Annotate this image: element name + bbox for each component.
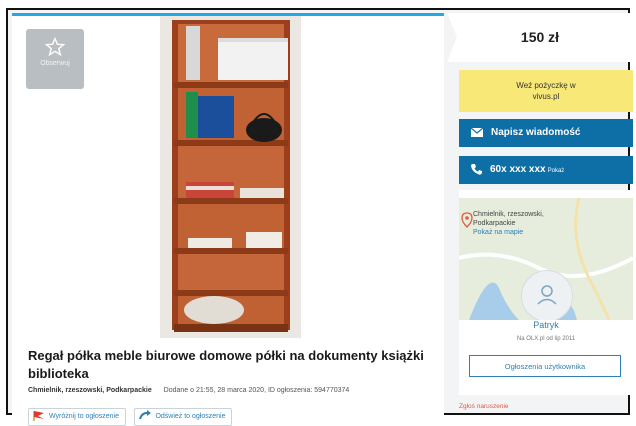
promote-label: Wyróżnij to ogłoszenie (49, 413, 119, 420)
user-name[interactable]: Patryk (459, 320, 633, 330)
listing-panel: Obserwuj Regał półka meble biurowe domow… (12, 13, 444, 426)
listing-actions: Wyróżnij to ogłoszenie Odśwież to ogłosz… (28, 408, 236, 426)
message-label: Napisz wiadomość (491, 127, 581, 138)
user-since: Na OLX.pl od lip 2011 (516, 336, 576, 342)
listing-photo[interactable] (160, 16, 301, 338)
user-ads-button[interactable]: Ogłoszenia użytkownika (469, 355, 621, 377)
phone-button[interactable]: 60x xxx xxx Pokaż (459, 156, 633, 184)
promote-button[interactable]: Wyróżnij to ogłoszenie (28, 408, 126, 426)
phone-number: 60x xxx xxx (490, 164, 546, 175)
observe-label: Obserwuj (40, 60, 70, 67)
refresh-icon (139, 410, 152, 420)
flag-icon (33, 411, 44, 422)
loan-line-2: vivus.pl (532, 92, 560, 101)
envelope-icon (470, 127, 484, 137)
map-location-line-2: Podkarpackie (473, 220, 516, 227)
price: 150 zł (447, 13, 633, 62)
loan-banner[interactable]: Weź pożyczkę w vivus.pl (459, 70, 633, 112)
loan-line-1: Weź pożyczkę w (516, 81, 576, 90)
listing-added-info: Dodane o 21:55, 28 marca 2020, ID ogłosz… (163, 387, 350, 394)
observe-button[interactable]: Obserwuj (26, 29, 84, 89)
report-link[interactable]: Zgłoś naruszenie (459, 403, 509, 410)
listing-title: Regał półka meble biurowe domowe półki n… (28, 348, 424, 381)
listing-location: Chmielnik, rzeszowski, Podkarpackie (28, 387, 152, 394)
star-icon (45, 37, 65, 57)
refresh-button[interactable]: Odśwież to ogłoszenie (134, 408, 233, 426)
map-location: Chmielnik, rzeszowski, Podkarpackie Poka… (473, 210, 544, 237)
location-map[interactable]: Chmielnik, rzeszowski, Podkarpackie Poka… (459, 198, 633, 320)
map-location-line-1: Chmielnik, rzeszowski, (473, 211, 544, 218)
price-notch (447, 13, 457, 62)
pin-icon (461, 212, 473, 228)
user-card: Chmielnik, rzeszowski, Podkarpackie Poka… (459, 190, 633, 395)
avatar (521, 270, 573, 320)
refresh-label: Odśwież to ogłoszenie (155, 413, 226, 420)
user-icon (537, 285, 557, 305)
phone-show-link[interactable]: Pokaż (548, 168, 565, 174)
bookshelf-image (160, 16, 301, 338)
listing-meta: Chmielnik, rzeszowski, Podkarpackie Doda… (28, 387, 438, 394)
phone-icon (471, 163, 482, 175)
message-button[interactable]: Napisz wiadomość (459, 119, 633, 147)
show-on-map-link[interactable]: Pokaż na mapie (473, 228, 544, 237)
